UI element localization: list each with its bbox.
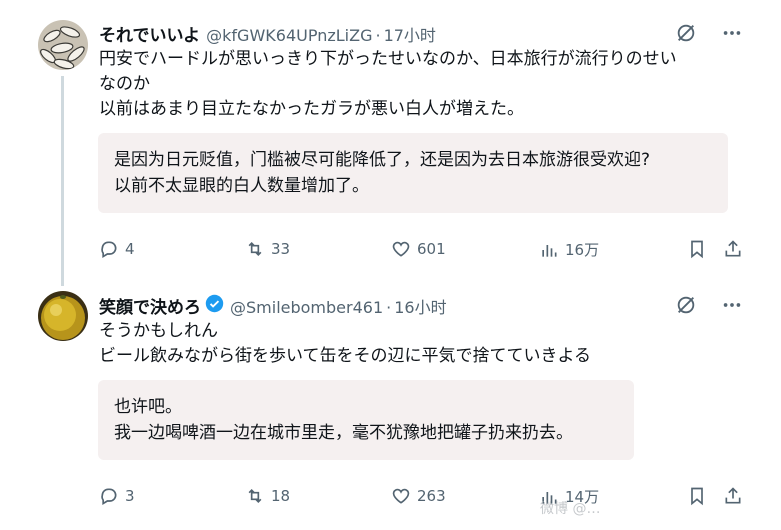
heart-icon [392, 488, 410, 504]
share-button[interactable] [723, 486, 743, 506]
bookmark-icon [691, 487, 703, 506]
watermark: 微博 @… [540, 501, 601, 517]
like-count: 601 [417, 240, 446, 258]
tweet-header: それでいいよ @kfGWK64UPnzLiZG · 17小时 [99, 21, 436, 46]
tweet-top-icons [675, 22, 743, 48]
like-count: 263 [417, 487, 446, 505]
like-button[interactable]: 601 [391, 239, 446, 259]
retweet-button[interactable]: 33 [245, 239, 290, 259]
display-name[interactable]: 笑顔で決めろ [99, 293, 201, 318]
avatar-orange[interactable] [38, 291, 88, 341]
translation-box: 也许吧。 我一边喝啤酒一边在城市里走，毫不犹豫地把罐子扔来扔去。 [98, 380, 634, 460]
separator-dot: · [375, 26, 381, 45]
thread-line [61, 76, 64, 286]
heart-icon [392, 241, 410, 257]
share-icon [725, 240, 741, 257]
bookmark-button[interactable] [687, 486, 707, 506]
tweet-text: そうかもしれん ビール飲みながら街を歩いて缶をその辺に平気で捨てていきよる [99, 321, 591, 366]
bookmark-icon [691, 240, 703, 259]
tweet-2[interactable]: 笑顔で決めろ @Smilebomber461 · 16小时 そうかもしれん ビー… [0, 275, 781, 530]
more-options-icon[interactable] [721, 22, 743, 48]
reply-icon [101, 241, 117, 258]
like-button[interactable]: 263 [391, 486, 446, 506]
user-handle[interactable]: @Smilebomber461 [230, 298, 383, 317]
retweet-icon [248, 241, 262, 257]
share-button[interactable] [723, 239, 743, 259]
tweet-1[interactable]: それでいいよ @kfGWK64UPnzLiZG · 17小时 円安でハードルが思… [0, 0, 781, 286]
reply-count: 3 [125, 487, 135, 505]
retweet-count: 18 [271, 487, 291, 505]
reply-button[interactable]: 3 [99, 486, 135, 506]
views-count: 16万 [565, 241, 600, 259]
views-button[interactable]: 16万 [539, 239, 599, 260]
user-handle[interactable]: @kfGWK64UPnzLiZG [206, 26, 372, 45]
reply-count: 4 [125, 240, 135, 258]
timestamp[interactable]: 16小时 [394, 294, 446, 318]
more-options-icon[interactable] [721, 294, 743, 320]
grok-icon[interactable] [675, 294, 697, 320]
grok-icon[interactable] [675, 22, 697, 48]
tweet-header: 笑顔で決めろ @Smilebomber461 · 16小时 [99, 293, 447, 318]
tweet-actions: 3 18 263 14万 [99, 486, 749, 510]
bookmark-button[interactable] [687, 239, 707, 259]
retweet-button[interactable]: 18 [245, 486, 290, 506]
avatar-sunflower-seeds[interactable] [38, 20, 88, 70]
tweet-text: 円安でハードルが思いっきり下がったせいなのか、日本旅行が流行りのせい なのか 以… [99, 49, 677, 119]
views-chart-icon [542, 244, 557, 257]
retweet-icon [248, 488, 262, 504]
share-icon [725, 487, 741, 504]
reply-button[interactable]: 4 [99, 239, 135, 259]
timestamp[interactable]: 17小时 [384, 22, 436, 46]
retweet-count: 33 [271, 240, 291, 258]
translation-box: 是因为日元贬值，门槛被尽可能降低了，还是因为去日本旅游很受欢迎? 以前不太显眼的… [98, 133, 728, 213]
reply-icon [101, 488, 117, 505]
display-name[interactable]: それでいいよ [99, 21, 200, 46]
tweet-actions: 4 33 601 16万 [99, 239, 749, 263]
verified-badge-icon [205, 294, 224, 313]
separator-dot: · [386, 298, 392, 317]
tweet-top-icons [675, 294, 743, 320]
